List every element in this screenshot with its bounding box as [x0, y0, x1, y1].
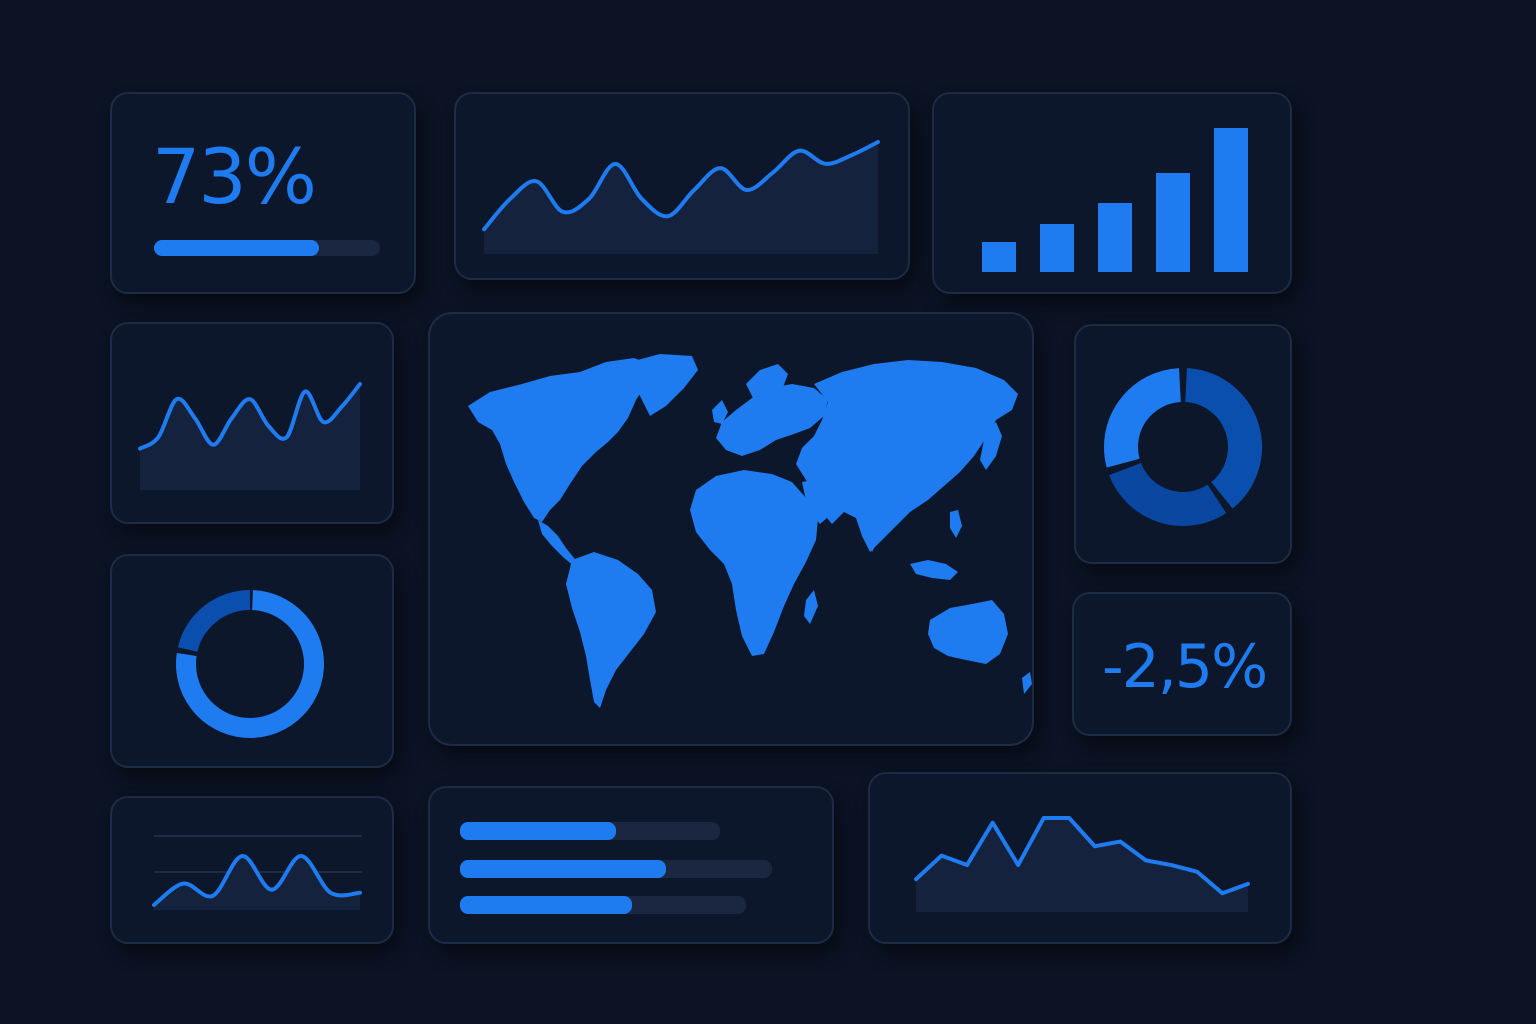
mini-line-chart	[152, 835, 362, 910]
donut-remainder	[177, 590, 251, 653]
bar	[1214, 128, 1248, 272]
bar-chart-card[interactable]	[932, 92, 1292, 294]
volatility-chart-card[interactable]	[868, 772, 1292, 944]
segmented-donut-chart	[1104, 368, 1262, 526]
map-central-america	[538, 520, 580, 566]
hbar-fill	[460, 860, 666, 878]
trend-chart-card[interactable]	[454, 92, 910, 280]
segmented-donut-card[interactable]	[1074, 324, 1292, 564]
trend-line-chart	[482, 140, 880, 254]
map-africa	[690, 470, 818, 656]
kpi-change-value: -2,5%	[1102, 632, 1268, 702]
kpi-value: 73%	[152, 132, 317, 221]
donut-segment	[1104, 368, 1182, 468]
map-north-america	[468, 358, 656, 522]
donut-segment	[1109, 462, 1227, 526]
map-philippines	[950, 510, 962, 538]
map-greenland	[630, 354, 698, 416]
hbar-track	[460, 822, 720, 840]
progress-donut-chart	[176, 590, 324, 738]
map-new-zealand	[1022, 672, 1032, 694]
hbar-track	[460, 860, 772, 878]
progress-donut-card[interactable]	[110, 554, 394, 768]
mini-chart-card[interactable]	[110, 796, 394, 944]
hbar-fill	[460, 896, 632, 914]
map-madagascar	[804, 590, 818, 624]
bar	[982, 242, 1016, 272]
kpi-progress-fill	[154, 240, 319, 256]
world-map-card[interactable]	[428, 312, 1034, 746]
kpi-card-change[interactable]: -2,5%	[1072, 592, 1292, 736]
kpi-progress-track	[154, 240, 380, 256]
left-trend-card[interactable]	[110, 322, 394, 524]
bar	[1040, 224, 1074, 272]
donut-segment	[1184, 368, 1262, 509]
hbar-track	[460, 896, 746, 914]
hbar-fill	[460, 822, 616, 840]
bar-chart	[982, 128, 1248, 272]
map-australia	[928, 600, 1008, 664]
map-indonesia	[910, 560, 958, 580]
volatility-line-chart	[914, 816, 1250, 912]
kpi-card-progress[interactable]: 73%	[110, 92, 416, 294]
left-line-chart	[138, 382, 362, 490]
bar	[1156, 173, 1190, 272]
map-south-america	[566, 552, 656, 708]
horizontal-bars-card[interactable]	[428, 786, 834, 944]
world-map-icon	[468, 354, 1032, 708]
bar	[1098, 203, 1132, 272]
